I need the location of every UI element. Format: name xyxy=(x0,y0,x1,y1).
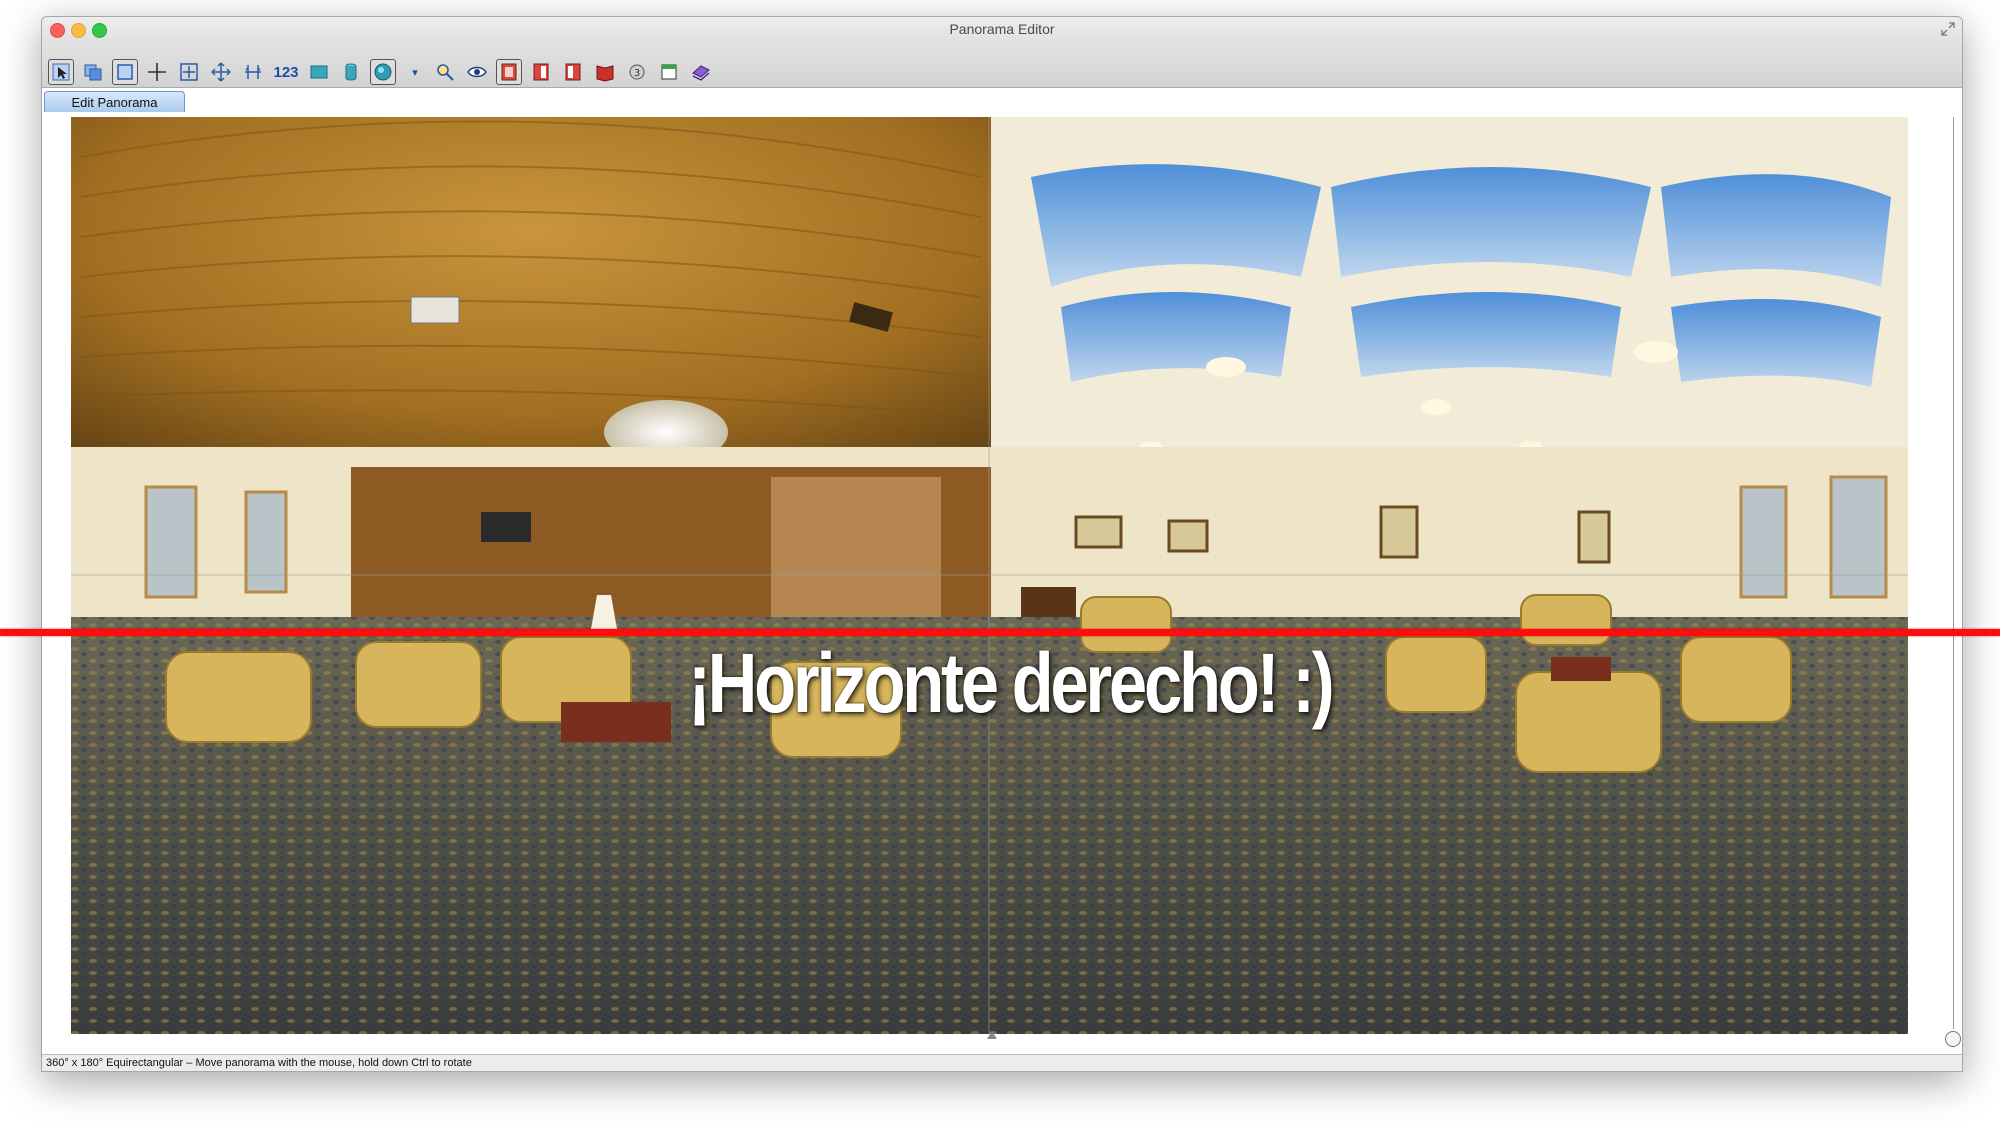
center-marker-icon xyxy=(987,1031,997,1039)
crosshair-plus-icon[interactable] xyxy=(144,59,170,85)
app-window: Panorama Editor 123 ▾ 3 Edit Panorama 36… xyxy=(41,16,1963,1072)
panorama-canvas[interactable] xyxy=(42,112,1962,1071)
vertical-scroll-handle[interactable] xyxy=(1945,1031,1961,1047)
fit-frame-icon[interactable] xyxy=(176,59,202,85)
sphere-icon[interactable] xyxy=(370,59,396,85)
window-title: Panorama Editor xyxy=(949,21,1055,37)
overlay-caption: ¡Horizonte derecho! :) xyxy=(688,636,1335,730)
copy-layers-icon[interactable] xyxy=(80,59,106,85)
image-rect-icon[interactable] xyxy=(306,59,332,85)
magnifier-icon[interactable] xyxy=(432,59,458,85)
dropdown-triangle-icon[interactable]: ▾ xyxy=(402,59,428,85)
circle-3-icon[interactable]: 3 xyxy=(624,59,650,85)
fullscreen-icon[interactable] xyxy=(1940,21,1956,37)
number-label[interactable]: 123 xyxy=(270,59,302,85)
select-tool-icon[interactable] xyxy=(48,59,74,85)
eye-icon[interactable] xyxy=(464,59,490,85)
vertical-scrollbar[interactable] xyxy=(1945,117,1961,1047)
tab-bar: Edit Panorama xyxy=(42,88,1962,113)
move-arrows-icon[interactable] xyxy=(208,59,234,85)
crop-frame-icon[interactable] xyxy=(112,59,138,85)
panorama-image[interactable] xyxy=(71,117,1908,1034)
tab-edit-panorama[interactable]: Edit Panorama xyxy=(44,91,185,113)
red-page-icon[interactable] xyxy=(528,59,554,85)
toolbar: 123 ▾ 3 xyxy=(42,41,1962,88)
straighten-icon[interactable] xyxy=(240,59,266,85)
window-icon[interactable] xyxy=(656,59,682,85)
red-frame-icon[interactable] xyxy=(496,59,522,85)
red-book-icon[interactable] xyxy=(592,59,618,85)
cylinder-icon[interactable] xyxy=(338,59,364,85)
status-bar: 360° x 180° Equirectangular – Move panor… xyxy=(42,1054,1962,1071)
svg-text:3: 3 xyxy=(634,68,640,79)
red-page-2-icon[interactable] xyxy=(560,59,586,85)
purple-stack-icon[interactable] xyxy=(688,59,714,85)
